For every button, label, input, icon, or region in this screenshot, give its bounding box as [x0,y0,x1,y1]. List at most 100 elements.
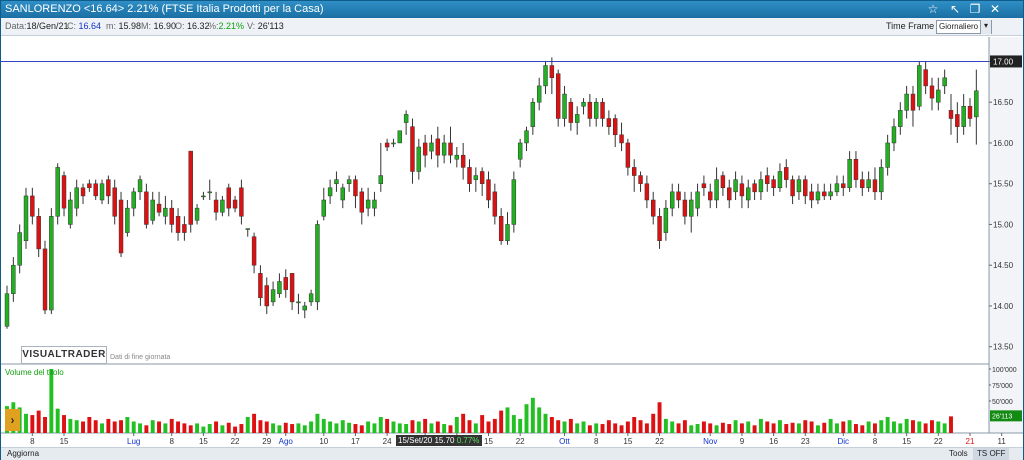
volume-bar [518,418,523,433]
time-tick-label: Dic [838,437,850,446]
candle-body [625,142,631,168]
volume-tick-label: 50'000 [992,399,1013,406]
volume-bar [302,425,307,433]
volume-bar [157,421,162,433]
price-tick-label: 15.50 [993,180,1014,189]
candle-body [555,73,561,119]
candle-body [460,154,466,168]
candle-body [948,110,954,119]
candle-body [378,175,384,184]
candle-body [600,101,605,119]
candle-body [670,191,675,209]
candle-body [74,187,79,209]
candle-body [55,167,60,217]
price-tick-label: 14.00 [993,302,1014,311]
volume-bar [423,418,428,433]
candle-body [327,187,333,197]
volume-bar [733,420,738,433]
volume-bar [556,420,561,433]
volume-last-label: 26'113 [992,413,1012,420]
volume-bar [765,421,770,433]
scroll-arrow-icon[interactable]: › [5,409,20,431]
candle-body [644,183,650,201]
volume-bar [575,423,580,433]
candle-body [106,179,111,197]
candle-body [302,305,307,311]
volume-bar [752,425,757,433]
candle-body [784,167,789,180]
candle-body [213,199,219,213]
volume-bar [214,421,219,433]
volume-bar [923,423,928,433]
candle-body [486,179,491,201]
candle-body [790,179,795,197]
candle-body [87,183,92,189]
volume-bar [689,425,694,433]
volume-bar [581,421,586,433]
volume-bar [613,423,618,433]
candle-body [232,199,238,209]
candle-body [283,277,288,290]
volume-bar [169,418,174,433]
volume-bar [911,420,915,433]
time-tick-label: 22 [934,437,943,446]
volume-bar [930,420,934,433]
volume-bar [644,423,649,433]
volume-bar [480,415,485,433]
candle-body [879,167,884,193]
volume-bar [55,408,60,433]
time-tick-label: 8 [594,437,599,446]
candle-body [885,142,890,168]
candle-body [144,191,149,225]
volume-bar [796,423,801,433]
time-tick-label: 23 [801,437,810,446]
volume-bar [391,421,396,433]
volume-bar [708,423,713,433]
chart-area[interactable]: 13.50 14.00 14.50 15.00 15.50 16.00 16.50 17.00… [1,1,1023,447]
candle-body [739,183,745,197]
volume-bar [353,424,358,433]
candle-body [898,110,903,127]
volume-bar [898,423,903,433]
candle-body [346,179,352,184]
candle-body [251,236,257,266]
volume-bar [663,418,668,433]
ts-toggle-button[interactable]: TS OFF [973,448,1010,460]
volume-tick-label: 75'000 [992,383,1013,390]
volume-bar [587,425,592,433]
volume-bar [68,418,73,433]
candle-body [834,183,840,193]
candle-body [581,101,586,107]
time-tick-label: Lug [127,437,140,446]
volume-bar [201,426,206,433]
volume-bar [150,420,155,433]
volume-bar [885,417,890,433]
volume-bar [486,421,491,433]
volume-bar [43,417,47,433]
candle-body [49,216,54,311]
candle-body [536,85,542,103]
volume-bar [499,410,504,433]
volume-bar [872,423,877,433]
candle-body [568,101,574,123]
time-tick-label: 15 [902,437,911,446]
volume-bar [340,420,345,433]
candle-body [695,191,700,209]
chart-window: SANLORENZO <16.64> 2.21% (FTSE Italia Pr… [0,0,1024,460]
volume-bar [125,417,130,433]
volume-bar [828,418,833,433]
refresh-button[interactable]: Aggiorna [3,448,43,460]
candle-body [815,191,821,201]
volume-bar [347,422,352,433]
candle-body [841,183,846,189]
tools-button[interactable]: Tools [945,448,972,460]
time-tick-label: 9 [740,437,745,446]
volume-bar [442,424,447,433]
volume-bar [530,397,535,433]
time-tick-label: 8 [169,437,174,446]
volume-bar [461,413,466,433]
candle-body [473,175,479,180]
candle-body [803,179,808,197]
candle-body [720,175,726,189]
candle-body [156,203,162,213]
